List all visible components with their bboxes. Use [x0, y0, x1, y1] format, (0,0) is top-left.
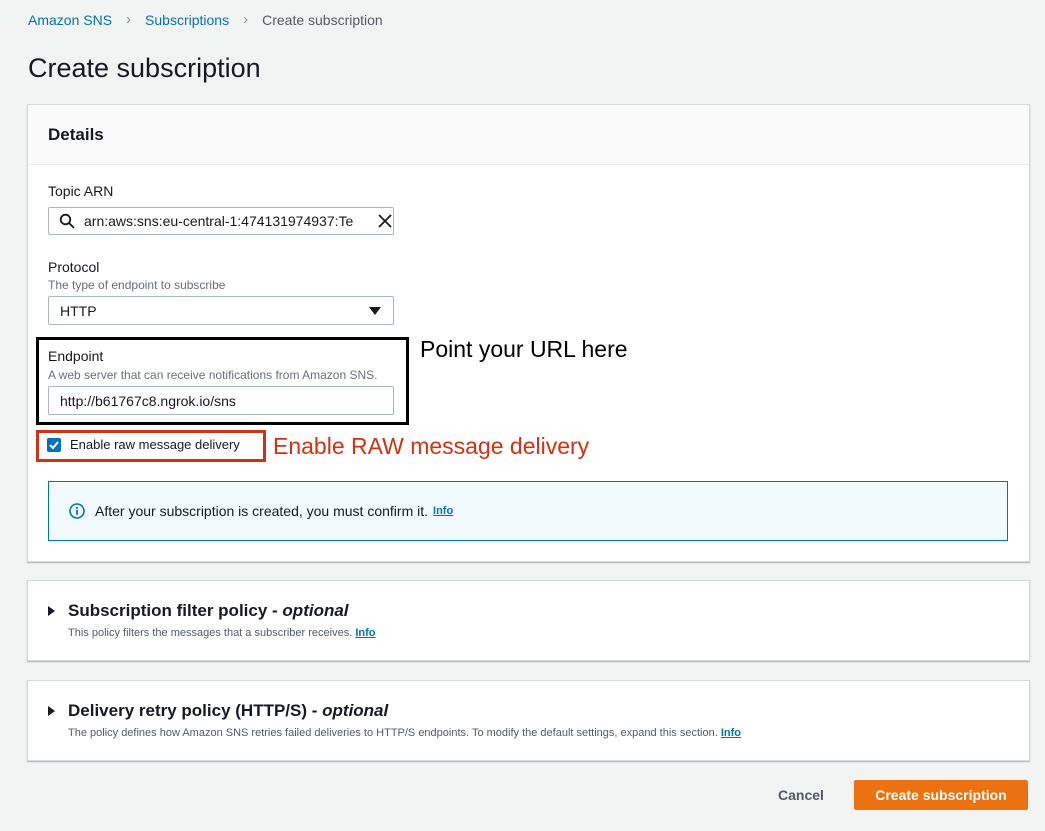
cancel-button[interactable]: Cancel	[763, 780, 839, 810]
details-header: Details	[28, 105, 1029, 165]
raw-delivery-label: Enable raw message delivery	[70, 437, 240, 452]
retry-policy-title: Delivery retry policy (HTTP/S) - optiona…	[68, 701, 389, 720]
breadcrumb-link-subscriptions[interactable]: Subscriptions	[145, 12, 229, 28]
retry-policy-description: The policy defines how Amazon SNS retrie…	[68, 727, 741, 739]
endpoint-value: http://b61767c8.ngrok.io/sns	[60, 392, 236, 409]
details-title: Details	[48, 124, 104, 144]
close-icon[interactable]	[378, 214, 392, 228]
info-alert: After your subscription is created, you …	[48, 481, 1008, 541]
details-panel: Details Topic ARN arn:aws:sns:eu-central…	[27, 104, 1030, 562]
retry-policy-panel[interactable]: Delivery retry policy (HTTP/S) - optiona…	[27, 680, 1030, 761]
page-title: Create subscription	[28, 53, 261, 83]
filter-policy-panel[interactable]: Subscription filter policy - optional Th…	[27, 580, 1030, 661]
chevron-right-icon: ›	[126, 11, 132, 28]
caret-right-icon	[48, 706, 55, 716]
info-alert-text: After your subscription is created, you …	[95, 503, 429, 519]
filter-policy-description: This policy filters the messages that a …	[68, 627, 376, 639]
info-icon	[69, 503, 85, 519]
chevron-right-icon: ›	[243, 11, 249, 28]
protocol-label: Protocol	[48, 259, 100, 275]
endpoint-input[interactable]: http://b61767c8.ngrok.io/sns	[48, 386, 394, 415]
retry-policy-info-link[interactable]: Info	[721, 727, 741, 739]
endpoint-description: A web server that can receive notificati…	[48, 368, 378, 382]
checkbox-checked-icon[interactable]	[47, 437, 61, 452]
info-alert-link[interactable]: Info	[433, 505, 453, 517]
filter-policy-toggle[interactable]: Subscription filter policy - optional	[48, 601, 349, 621]
endpoint-label: Endpoint	[48, 348, 104, 364]
breadcrumb: Amazon SNS › Subscriptions › Create subs…	[28, 11, 383, 28]
raw-delivery-checkbox[interactable]: Enable raw message delivery	[47, 437, 240, 452]
protocol-description: The type of endpoint to subscribe	[48, 278, 226, 292]
endpoint-annotation: Point your URL here	[420, 336, 628, 362]
retry-policy-toggle[interactable]: Delivery retry policy (HTTP/S) - optiona…	[48, 701, 388, 721]
breadcrumb-link-amazon-sns[interactable]: Amazon SNS	[28, 12, 112, 28]
topic-arn-input[interactable]: arn:aws:sns:eu-central-1:474131974937:Te	[48, 207, 394, 235]
breadcrumb-current: Create subscription	[262, 11, 383, 28]
protocol-selected-value: HTTP	[60, 302, 97, 319]
protocol-select[interactable]: HTTP	[48, 296, 394, 325]
topic-arn-label: Topic ARN	[48, 183, 114, 199]
create-subscription-button[interactable]: Create subscription	[854, 780, 1028, 810]
caret-right-icon	[48, 606, 55, 616]
topic-arn-value: arn:aws:sns:eu-central-1:474131974937:Te	[84, 213, 354, 229]
filter-policy-title: Subscription filter policy - optional	[68, 601, 349, 620]
search-icon	[59, 213, 75, 229]
raw-delivery-annotation: Enable RAW message delivery	[273, 433, 590, 459]
filter-policy-info-link[interactable]: Info	[355, 627, 375, 639]
caret-down-icon	[369, 306, 381, 315]
